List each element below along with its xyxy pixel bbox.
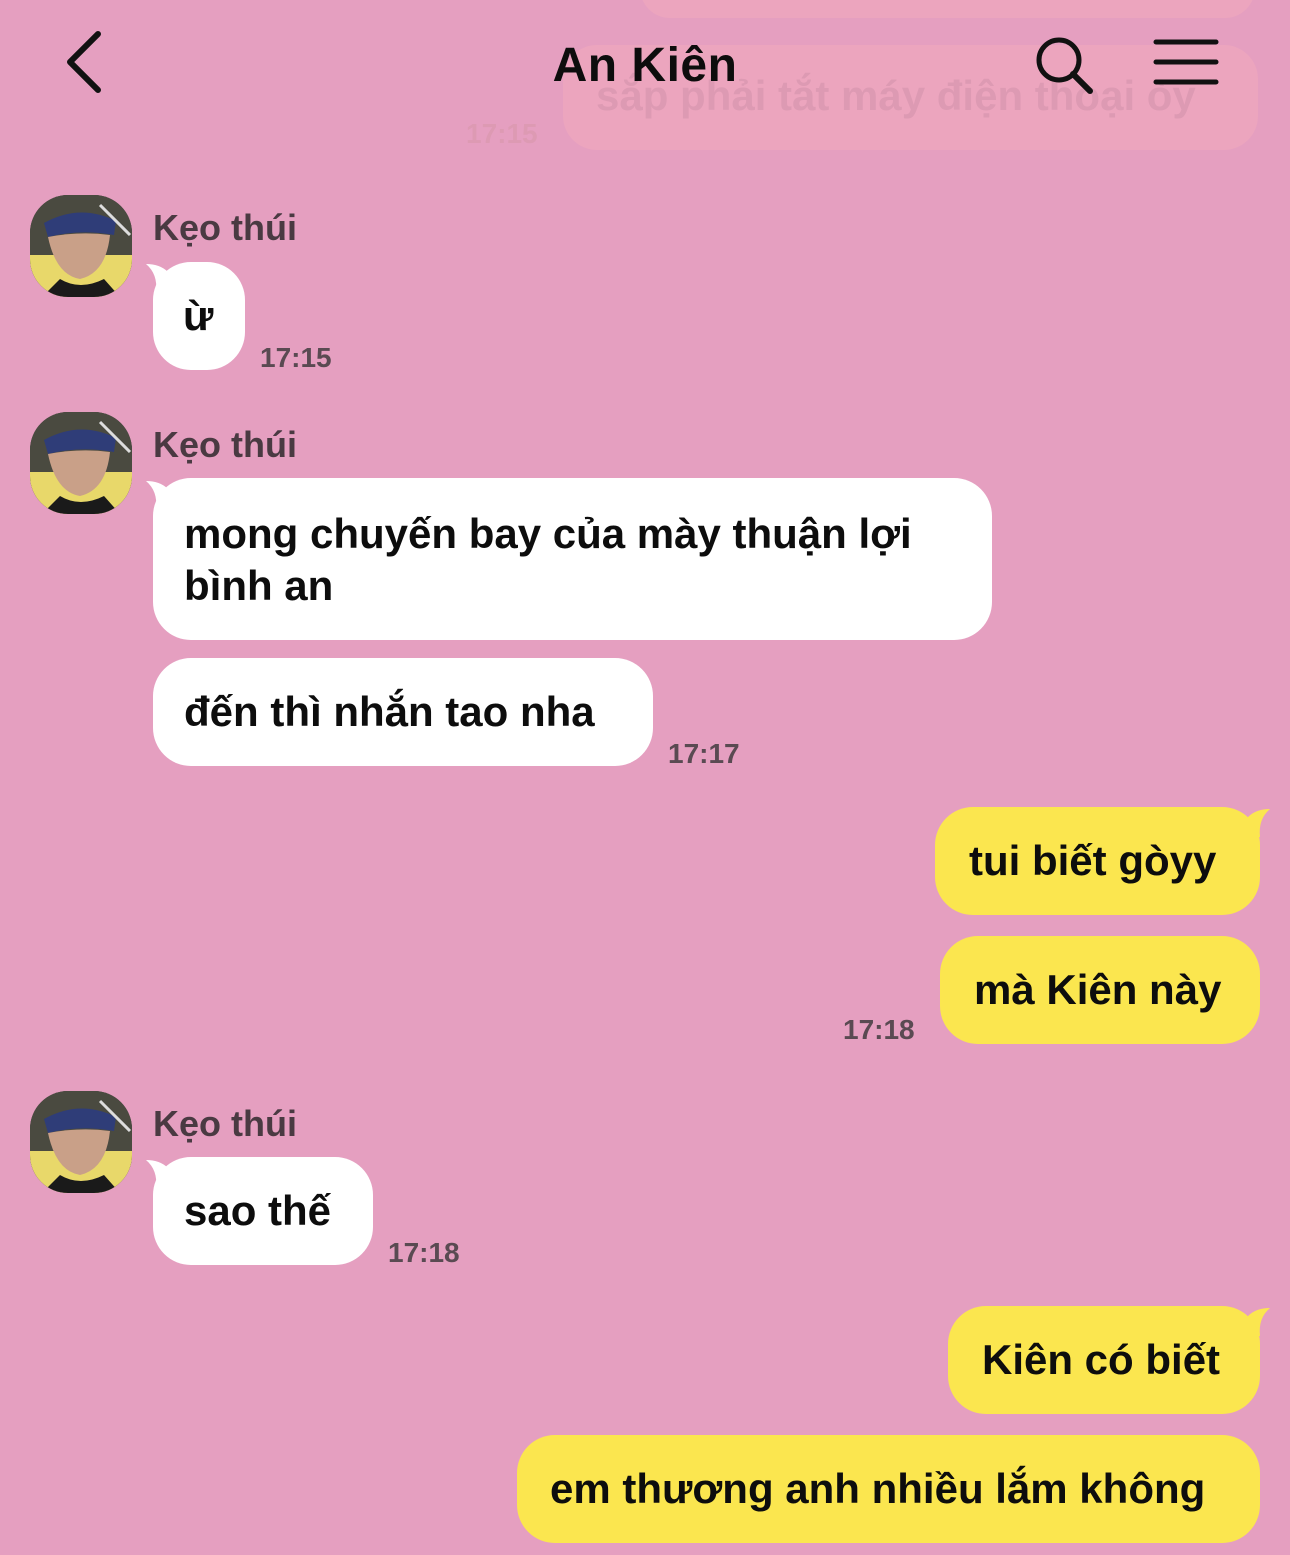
- message-time: 17:15: [260, 342, 332, 373]
- message-bubble[interactable]: đến thì nhắn tao nha: [153, 658, 653, 766]
- sender-name: Kẹo thúi: [153, 207, 297, 248]
- message-bubble[interactable]: em thương anh nhiều lắm không: [517, 1435, 1260, 1543]
- avatar[interactable]: [30, 1091, 132, 1193]
- message-bubble[interactable]: sao thế: [153, 1157, 373, 1265]
- message-text: ừ: [183, 292, 214, 339]
- message-bubble[interactable]: tui biết gòyy: [935, 807, 1260, 915]
- message-time: 17:18: [843, 1014, 915, 1045]
- message-time: 17:17: [668, 738, 740, 769]
- message-text-line: bình an: [184, 562, 334, 609]
- chat-title: An Kiên: [552, 39, 738, 92]
- message-bubble[interactable]: Kiên có biết: [948, 1306, 1260, 1414]
- avatar[interactable]: [30, 412, 132, 514]
- message-text: Kiên có biết: [982, 1336, 1221, 1383]
- message-text: đến thì nhắn tao nha: [184, 688, 595, 735]
- message-text: mà Kiên này: [974, 966, 1222, 1013]
- message-text: em thương anh nhiều lắm không: [550, 1465, 1206, 1512]
- faded-previous-bubble-top: [640, 0, 1255, 18]
- message-bubble[interactable]: mà Kiên này: [940, 936, 1260, 1044]
- message-text-line: mong chuyến bay của mày thuận lợi: [184, 510, 912, 557]
- message-bubble[interactable]: mong chuyến bay của mày thuận lợi bình a…: [153, 478, 992, 640]
- avatar[interactable]: [30, 195, 132, 297]
- sender-name: Kẹo thúi: [153, 424, 297, 465]
- sender-name: Kẹo thúi: [153, 1103, 297, 1144]
- message-bubble[interactable]: ừ: [153, 262, 245, 370]
- menu-icon[interactable]: [1153, 38, 1219, 86]
- search-icon[interactable]: [1033, 34, 1095, 96]
- message-text: sao thế: [184, 1187, 332, 1234]
- faded-previous-time: 17:15: [466, 118, 538, 149]
- message-time: 17:18: [388, 1237, 460, 1268]
- message-text: tui biết gòyy: [969, 837, 1217, 884]
